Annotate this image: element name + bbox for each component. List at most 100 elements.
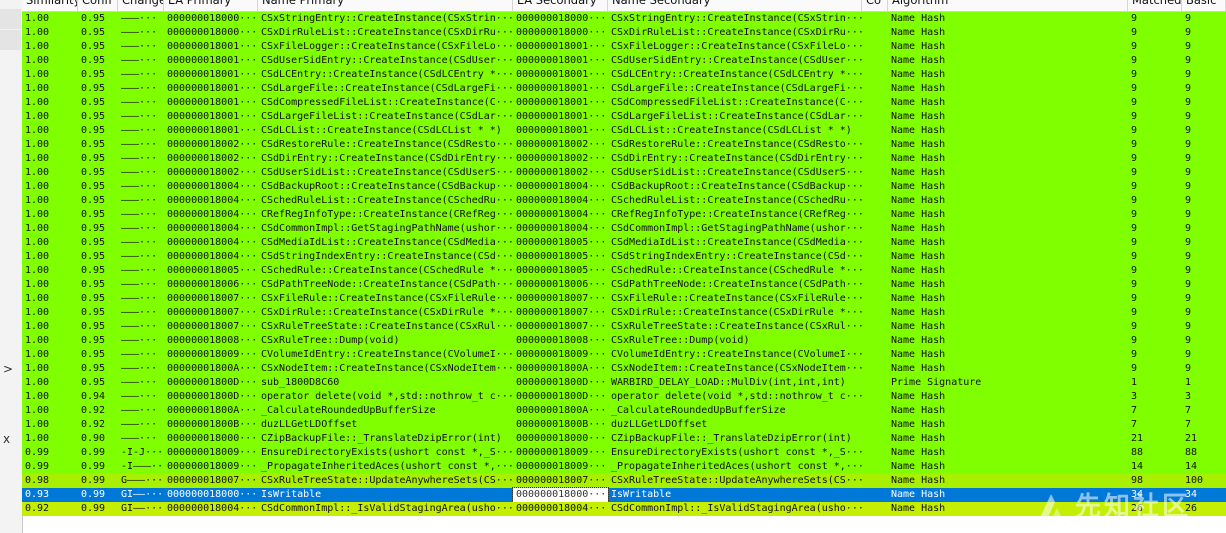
cell-ea-secondary: 000000018004··· bbox=[516, 195, 607, 206]
cell-change: ———··· bbox=[121, 293, 158, 304]
table-row[interactable]: 1.00 0.95 ———··· 000000018004··· CRefRegInfo… bbox=[22, 208, 1226, 222]
table-row[interactable]: 1.00 0.95 ———··· 00000001800D··· sub_1800D8C… bbox=[22, 376, 1226, 390]
cell-ea-secondary: 000000018001··· bbox=[516, 111, 607, 122]
cell-ea-secondary: 00000001800A··· bbox=[516, 405, 607, 416]
cell-name-primary: CSxRuleTreeState::CreateInstance(CSxRul·… bbox=[261, 321, 513, 332]
table-row[interactable]: 0.990.99-I———···000000018009···_Propagat… bbox=[22, 460, 1226, 474]
column-header-comment[interactable]: Co bbox=[862, 0, 888, 11]
cell-ea-primary: 000000018007··· bbox=[167, 475, 258, 486]
cell-basic: 9 bbox=[1185, 265, 1192, 276]
table-row[interactable]: 1.00 0.95 ———··· 00000001800A··· CSxNodeItem… bbox=[22, 362, 1226, 376]
cell-algorithm: Prime Signature bbox=[891, 377, 982, 388]
table-row[interactable]: 1.00 0.95 ———··· 000000018004··· CSdBackupRo… bbox=[22, 180, 1226, 194]
cell-confidence: 0.95 bbox=[81, 13, 106, 24]
cell-confidence: 0.95 bbox=[81, 139, 106, 150]
cell-matched: 9 bbox=[1131, 209, 1138, 220]
table-row[interactable]: 1.00 0.95 ———··· 000000018000··· CSxDirRuleL… bbox=[22, 26, 1226, 40]
table-row[interactable]: 1.00 0.95 ———··· 000000018004··· CSdMediaIdL… bbox=[22, 236, 1226, 250]
table-row[interactable]: 1.00 0.95 ———··· 000000018001··· CSdCompress… bbox=[22, 96, 1226, 110]
cell-matched: 9 bbox=[1131, 27, 1138, 38]
column-header-algorithm[interactable]: Algorithm bbox=[888, 0, 1128, 11]
cell-confidence: 0.90 bbox=[81, 433, 106, 444]
cell-name-primary: CSdCompressedFileList::CreateInstance(C·… bbox=[261, 97, 513, 108]
table-row[interactable]: 1.00 0.95 ———··· 000000018001··· CSdLCEntry:… bbox=[22, 68, 1226, 82]
cell-basic: 9 bbox=[1185, 335, 1192, 346]
close-icon[interactable]: x bbox=[0, 432, 22, 446]
expand-arrow-icon[interactable]: > bbox=[0, 362, 22, 376]
cell-name-primary: IsWritable bbox=[261, 489, 322, 500]
table-row[interactable]: 1.00 0.92 ———··· 00000001800B··· duzLLGetLDO… bbox=[22, 418, 1226, 432]
table-row[interactable]: 1.00 0.95 ———··· 000000018007··· CSxFileRule… bbox=[22, 292, 1226, 306]
cell-algorithm: Name Hash bbox=[891, 447, 946, 458]
table-row[interactable]: 1.00 0.95 ———··· 000000018006··· CSdPathTree… bbox=[22, 278, 1226, 292]
table-row[interactable]: 1.00 0.94 ———··· 00000001800D··· operator de… bbox=[22, 390, 1226, 404]
cell-ea-primary: 00000001800A··· bbox=[167, 363, 258, 374]
table-row[interactable]: 1.00 0.95 ———··· 000000018002··· CSdUserSidL… bbox=[22, 166, 1226, 180]
column-header-matched[interactable]: Matched bbox=[1128, 0, 1182, 11]
cell-basic: 9 bbox=[1185, 83, 1192, 94]
cell-algorithm: Name Hash bbox=[891, 41, 946, 52]
cell-basic: 9 bbox=[1185, 181, 1192, 192]
column-header-change[interactable]: Change bbox=[118, 0, 164, 11]
cell-change: ———··· bbox=[121, 349, 158, 360]
table-row[interactable]: 0.98 0.99 G———··· 000000018007··· CSxRuleTre… bbox=[22, 474, 1226, 488]
table-row[interactable]: 1.00 0.95 ———··· 000000018008··· CSxRuleTree… bbox=[22, 334, 1226, 348]
table-row[interactable]: 1.00 0.95 ———··· 000000018001··· CSdLargeFil… bbox=[22, 82, 1226, 96]
cell-change: ———··· bbox=[121, 41, 158, 52]
cell-ea-secondary: 000000018005··· bbox=[516, 237, 607, 248]
table-row[interactable]: 1.00 0.95 ———··· 000000018004··· CSdCommonIm… bbox=[22, 222, 1226, 236]
table-row[interactable]: 1.00 0.95 ———··· 000000018001··· CSdLCList::… bbox=[22, 124, 1226, 138]
cell-confidence: 0.95 bbox=[81, 111, 106, 122]
table-row[interactable]: 1.00 0.90 ———··· 000000018000··· CZipBackupF… bbox=[22, 432, 1226, 446]
cell-similarity: 1.00 bbox=[25, 139, 50, 150]
table-row[interactable]: 1.00 0.95 ———··· 000000018002··· CSdRestoreR… bbox=[22, 138, 1226, 152]
table-row[interactable]: 1.00 0.95 ———··· 000000018004··· CSchedRuleL… bbox=[22, 194, 1226, 208]
cell-confidence: 0.99 bbox=[81, 475, 106, 486]
table-row[interactable]: 1.00 0.95 ———··· 000000018001··· CSxFileLogg… bbox=[22, 40, 1226, 54]
cell-ea-secondary: 000000018002··· bbox=[516, 167, 607, 178]
cell-name-secondary: CRefRegInfoType::CreateInstance(CRefReg·… bbox=[611, 209, 862, 220]
column-header-ea-primary[interactable]: EA Primary bbox=[164, 0, 258, 11]
table-row[interactable]: 1.00 0.95 ———··· 000000018002··· CSdDirEntry… bbox=[22, 152, 1226, 166]
cell-confidence: 0.95 bbox=[81, 153, 106, 164]
table-row[interactable]: 1.00 0.95 ———··· 000000018007··· CSxDirRule:… bbox=[22, 306, 1226, 320]
table-row[interactable]: 1.00 0.95 ———··· 000000018001··· CSdUserSidE… bbox=[22, 54, 1226, 68]
cell-basic: 7 bbox=[1185, 419, 1192, 430]
table-row[interactable]: 0.93 0.99 GI——··· 000000018000··· IsWritable… bbox=[22, 487, 1226, 503]
column-header-confidence[interactable]: Confi bbox=[78, 0, 118, 11]
cell-name-primary: _PropagateInheritedAces(ushort const *,·… bbox=[261, 461, 513, 472]
column-header-name-secondary[interactable]: Name Secondary bbox=[608, 0, 862, 11]
table-row[interactable]: 1.00 0.95 ———··· 000000018009··· CVolumeIdEn… bbox=[22, 348, 1226, 362]
table-row[interactable]: 1.00 0.95 ———··· 000000018000··· CSxStringEn… bbox=[22, 12, 1226, 26]
cell-name-primary: operator delete(void *,std::nothrow_t c·… bbox=[261, 391, 513, 402]
left-panel-band bbox=[0, 30, 21, 50]
table-row[interactable]: 0.99 0.99 -I-J··· 000000018009··· EnsureDire… bbox=[22, 446, 1226, 460]
table-row[interactable]: 1.00 0.92 ———··· 00000001800A··· _CalculateR… bbox=[22, 404, 1226, 418]
column-header-name-primary[interactable]: Name Primary bbox=[258, 0, 513, 11]
cell-ea-secondary: 000000018009··· bbox=[516, 349, 607, 360]
cell-name-primary: sub_1800D8C60 bbox=[261, 377, 340, 388]
cell-change: ———··· bbox=[121, 139, 158, 150]
cell-confidence: 0.95 bbox=[81, 321, 106, 332]
table-row[interactable]: 1.00 0.95 ———··· 000000018001··· CSdLargeFil… bbox=[22, 110, 1226, 124]
cell-confidence: 0.99 bbox=[81, 461, 106, 472]
cell-similarity: 0.99 bbox=[25, 447, 50, 458]
table-row[interactable]: 1.00 0.95 ———··· 000000018004··· CSdStringIn… bbox=[22, 250, 1226, 264]
cell-matched: 9 bbox=[1131, 181, 1138, 192]
table-row[interactable]: 0.92 0.99 GI——··· 000000018004··· CSdCommonI… bbox=[22, 502, 1226, 516]
column-header-basic[interactable]: Basic bbox=[1182, 0, 1226, 11]
cell-algorithm: Name Hash bbox=[891, 237, 946, 248]
cell-algorithm: Name Hash bbox=[891, 419, 946, 430]
table-row[interactable]: 1.00 0.95 ———··· 000000018005··· CSchedRule:… bbox=[22, 264, 1226, 278]
cell-algorithm: Name Hash bbox=[891, 293, 946, 304]
column-header-ea-secondary[interactable]: EA Secondary bbox=[513, 0, 608, 11]
cell-algorithm: Name Hash bbox=[891, 503, 946, 514]
cell-matched: 9 bbox=[1131, 55, 1138, 66]
cell-change: ———··· bbox=[121, 27, 158, 38]
column-header-similarity[interactable]: Similarity bbox=[22, 0, 78, 11]
cell-ea-primary: 000000018002··· bbox=[167, 153, 258, 164]
cell-ea-secondary: 000000018007··· bbox=[516, 321, 607, 332]
cell-algorithm: Name Hash bbox=[891, 391, 946, 402]
table-row[interactable]: 1.00 0.95 ———··· 000000018007··· CSxRuleTree… bbox=[22, 320, 1226, 334]
cell-name-primary: CSdBackupRoot::CreateInstance(CSdBackup·… bbox=[261, 181, 513, 192]
